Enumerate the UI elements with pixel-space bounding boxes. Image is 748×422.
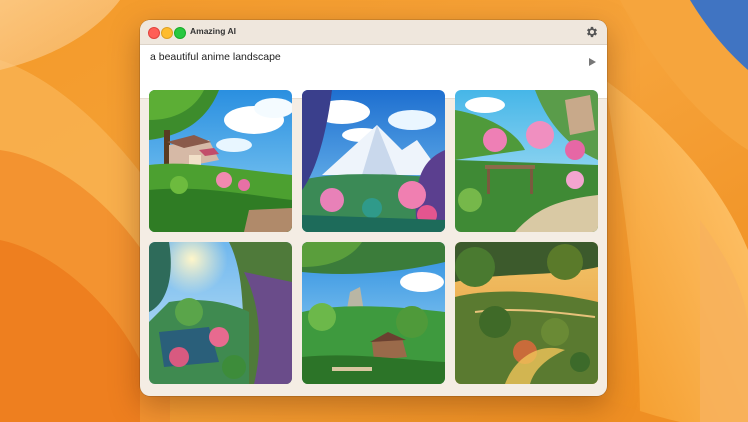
prompt-input[interactable]: a beautiful anime landscape [150,51,281,63]
generated-image-1[interactable] [149,90,292,232]
generated-image-3[interactable] [455,90,598,232]
title-bar: Amazing AI [140,20,607,45]
generated-image-6[interactable] [455,242,598,384]
window-title: Amazing AI [190,26,236,36]
close-window-button[interactable] [148,27,160,39]
minimize-window-button[interactable] [161,27,173,39]
app-window: Amazing AI a beautiful anime landscape [140,20,607,396]
zoom-window-button[interactable] [174,27,186,39]
generated-image-5[interactable] [302,242,445,384]
gear-icon[interactable] [585,25,599,39]
generated-image-2[interactable] [302,90,445,232]
play-icon[interactable] [587,57,597,67]
generated-image-4[interactable] [149,242,292,384]
